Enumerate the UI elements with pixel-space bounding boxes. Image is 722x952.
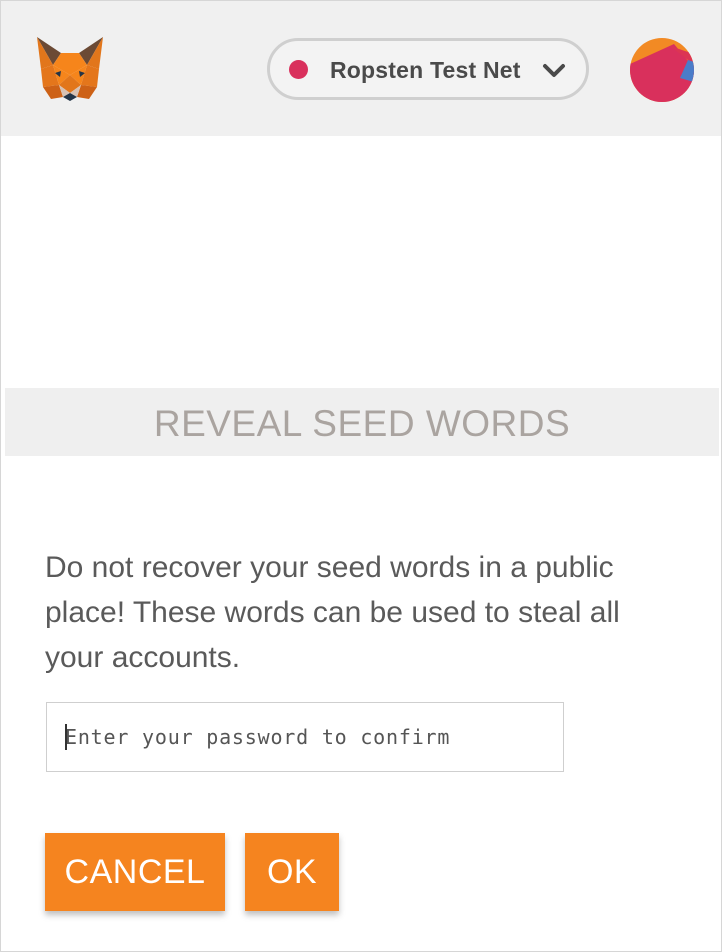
network-selector[interactable]: Ropsten Test Net: [267, 38, 589, 100]
seed-warning-text: Do not recover your seed words in a publ…: [45, 551, 620, 674]
app-header: Ropsten Test Net: [1, 1, 721, 136]
cancel-button[interactable]: CANCEL: [45, 833, 225, 911]
text-caret: [65, 724, 67, 750]
chevron-down-icon: [543, 64, 565, 77]
account-identicon[interactable]: [630, 38, 694, 102]
password-input[interactable]: [46, 702, 564, 772]
ok-button[interactable]: OK: [245, 833, 339, 911]
page-title-banner: REVEAL SEED WORDS: [5, 388, 719, 456]
network-name: Ropsten Test Net: [330, 57, 521, 83]
page-title: REVEAL SEED WORDS: [153, 403, 571, 444]
metamask-fox-icon[interactable]: [33, 35, 107, 103]
app-window: Ropsten Test Net REVEAL SEED WORDS Do no…: [0, 0, 722, 952]
network-status-dot: [289, 60, 308, 79]
